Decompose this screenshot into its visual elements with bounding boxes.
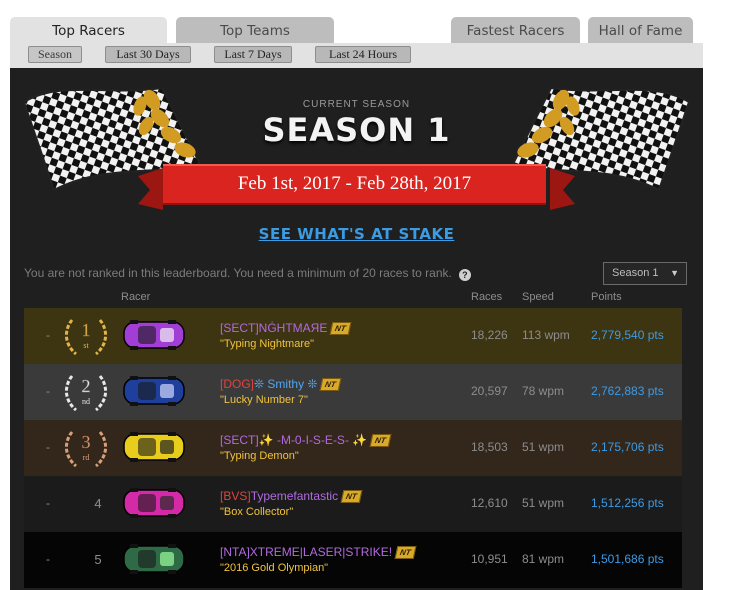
rank-number: 5 — [94, 552, 102, 567]
leaderboard-panel: CURRENT SEASON SEASON 1 Feb 1st, 2017 - … — [10, 68, 703, 590]
racer-name[interactable]: [NTA]XTREME|LASER|STRIKE! NT — [220, 545, 417, 559]
team-tag[interactable]: [DOG] — [220, 377, 254, 391]
nitro-badge-icon: NT — [340, 490, 363, 503]
racer-car-icon — [123, 488, 185, 518]
medal-rank: 1 — [82, 320, 91, 340]
rank-change: - — [46, 384, 50, 398]
column-header-races: Races — [471, 291, 503, 303]
season-banner: CURRENT SEASON SEASON 1 Feb 1st, 2017 - … — [10, 68, 703, 283]
points-value: 1,512,256 pts — [591, 496, 664, 510]
racer-car-icon — [123, 376, 185, 406]
nitro-badge-icon: NT — [329, 322, 352, 335]
racer-car-icon — [123, 544, 185, 574]
table-row[interactable]: - 3 rd [SECT]✨ -M-0-I-S-E-S- ✨ NT "Typing … — [24, 420, 682, 476]
racer-car-icon — [123, 432, 185, 462]
see-stake-link[interactable]: SEE WHAT'S AT STAKE — [10, 225, 703, 243]
racer-name[interactable]: [BVS]Typemefantastic NT — [220, 489, 363, 503]
period-24-hours-button[interactable]: Last 24 Hours — [315, 46, 411, 63]
table-row[interactable]: - 4 [BVS]Typemefantastic NT "Box Collector"… — [24, 476, 682, 532]
races-count: 18,503 — [471, 440, 508, 454]
table-row[interactable]: - 2 nd [DOG]❊ Smithy ❊ NT "Lucky Number 7"… — [24, 364, 682, 420]
rank-change: - — [46, 328, 50, 342]
racer-display-name[interactable]: ❊ Smithy ❊ — [254, 377, 317, 391]
racer-name[interactable]: [DOG]❊ Smithy ❊ NT — [220, 377, 342, 391]
racer-display-name[interactable]: Typemefantastic — [251, 489, 338, 503]
races-count: 20,597 — [471, 384, 508, 398]
racer-display-name[interactable]: XTREME|LASER|STRIKE! — [250, 545, 392, 559]
season-select-value: Season 1 — [612, 267, 659, 279]
column-header-points: Points — [591, 291, 622, 303]
racer-title: "Typing Demon" — [220, 450, 299, 462]
racer-title: "Box Collector" — [220, 506, 294, 518]
speed-value: 51 wpm — [522, 440, 565, 454]
column-header-racer: Racer — [121, 291, 151, 303]
season-title: SEASON 1 — [262, 111, 451, 149]
races-count: 10,951 — [471, 552, 508, 566]
tab-hall-of-fame[interactable]: Hall of Fame — [588, 17, 693, 44]
period-30-days-button[interactable]: Last 30 Days — [105, 46, 191, 63]
season-dates-ribbon: Feb 1st, 2017 - Feb 28th, 2017 — [163, 164, 546, 205]
medal-icon: 1 st — [65, 319, 107, 356]
speed-value: 51 wpm — [522, 496, 565, 510]
team-tag[interactable]: [NTA] — [220, 545, 250, 559]
column-header-speed: Speed — [522, 291, 554, 303]
tab-top-racers[interactable]: Top Racers — [10, 17, 167, 44]
team-tag[interactable]: [SECT] — [220, 321, 259, 335]
period-filter-bar: Season Last 30 Days Last 7 Days Last 24 … — [10, 43, 703, 68]
table-row[interactable]: - 5 [NTA]XTREME|LASER|STRIKE! NT "2016 Gold… — [24, 532, 682, 588]
points-value: 1,501,686 pts — [591, 552, 664, 566]
racer-car-icon — [123, 320, 185, 350]
nitro-badge-icon: NT — [369, 434, 392, 447]
medal-suffix: rd — [83, 453, 90, 462]
medal-icon: 3 rd — [65, 431, 107, 468]
races-count: 18,226 — [471, 328, 508, 342]
points-value: 2,762,883 pts — [591, 384, 664, 398]
speed-value: 113 wpm — [522, 328, 570, 342]
racer-title: "2016 Gold Olympian" — [220, 562, 329, 574]
points-value: 2,779,540 pts — [591, 328, 664, 342]
racer-title: "Typing Nightmare" — [220, 338, 315, 350]
nitro-badge-icon: NT — [394, 546, 417, 559]
tab-top-teams[interactable]: Top Teams — [176, 17, 334, 44]
rank-notice: You are not ranked in this leaderboard. … — [24, 266, 471, 281]
medal-rank: 2 — [82, 376, 91, 396]
team-tag[interactable]: [BVS] — [220, 489, 251, 503]
medal-suffix: nd — [82, 397, 90, 406]
racer-display-name[interactable]: ✨ -M-0-I-S-E-S- ✨ — [259, 433, 368, 447]
chevron-down-icon: ▼ — [670, 268, 679, 278]
racer-display-name[interactable]: NĠHTMAЯE — [259, 321, 328, 335]
season-select[interactable]: Season 1 ▼ — [603, 262, 687, 285]
rank-change: - — [46, 440, 50, 454]
current-season-label: CURRENT SEASON — [302, 99, 411, 110]
rank-number: 4 — [94, 496, 102, 511]
tab-fastest-racers[interactable]: Fastest Racers — [451, 17, 580, 44]
rank-change: - — [46, 552, 50, 566]
medal-icon: 2 nd — [65, 375, 107, 412]
team-tag[interactable]: [SECT] — [220, 433, 259, 447]
nitro-badge-icon: NT — [320, 378, 342, 391]
rank-notice-text: You are not ranked in this leaderboard. … — [24, 266, 452, 280]
rank-change: - — [46, 496, 50, 510]
speed-value: 78 wpm — [522, 384, 565, 398]
medal-suffix: st — [83, 341, 89, 350]
points-value: 2,175,706 pts — [591, 440, 664, 454]
racer-title: "Lucky Number 7" — [220, 394, 308, 406]
medal-rank: 3 — [82, 432, 91, 452]
period-season-button[interactable]: Season — [28, 46, 82, 63]
racer-name[interactable]: [SECT]NĠHTMAЯE NT — [220, 321, 352, 335]
period-7-days-button[interactable]: Last 7 Days — [214, 46, 292, 63]
racer-name[interactable]: [SECT]✨ -M-0-I-S-E-S- ✨ NT — [220, 433, 392, 447]
table-row[interactable]: - 1 st [SECT]NĠHTMAЯE NT "Typing Nightmare… — [24, 308, 682, 364]
speed-value: 81 wpm — [522, 552, 565, 566]
help-icon[interactable]: ? — [458, 269, 471, 281]
races-count: 12,610 — [471, 496, 508, 510]
